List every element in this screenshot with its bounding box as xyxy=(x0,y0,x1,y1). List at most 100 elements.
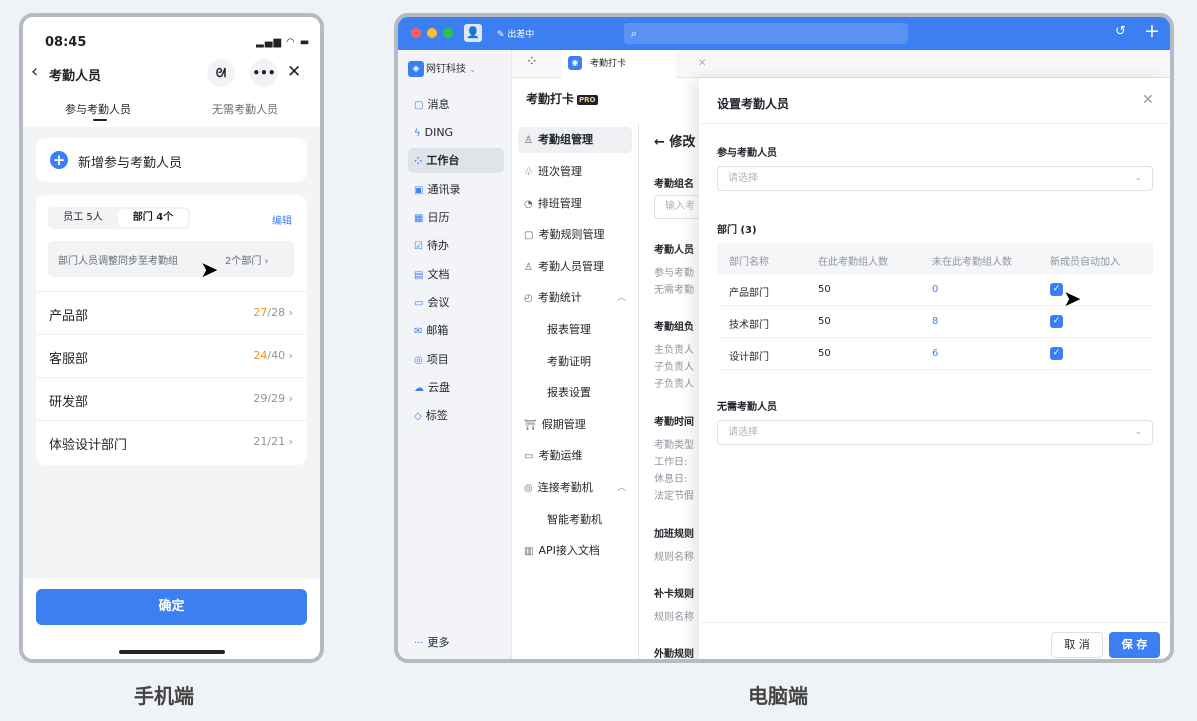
chevron-up-icon: ︿ xyxy=(616,293,626,303)
menu-shift-management[interactable]: ♧ 班次管理 xyxy=(518,159,632,185)
history-icon[interactable]: ↺ xyxy=(1115,24,1126,39)
chevron-up-icon: ︿ xyxy=(616,483,626,493)
menu-report-settings[interactable]: 报表设置 xyxy=(518,380,632,406)
department-row[interactable]: 研发部 29/29 › xyxy=(36,377,307,420)
more-icon[interactable]: ••• xyxy=(250,59,278,87)
search-input[interactable]: ⌕ xyxy=(624,23,908,44)
cursor-icon: ➤ xyxy=(200,258,219,283)
table-row: 技术部门 50 8 ✓ xyxy=(717,306,1153,338)
tab-attendance[interactable]: ◉ 考勤打卡 ✕ xyxy=(562,50,706,78)
not-in-group-count[interactable]: 8 xyxy=(932,316,938,327)
menu-report-management[interactable]: 报表管理 xyxy=(518,317,632,343)
nav-item-project[interactable]: ◎ 项目 xyxy=(408,347,504,372)
nav-item-docs[interactable]: ▤ 文档 xyxy=(408,262,504,287)
section-label: 考勤组名 xyxy=(654,179,694,190)
nav-item-more[interactable]: ··· 更多 xyxy=(408,630,504,655)
section-label: 考勤时间 xyxy=(654,417,694,428)
mail-icon: ✉ xyxy=(414,326,423,337)
department-row[interactable]: 体验设计部门 21/21 › xyxy=(36,420,307,463)
segment-departments[interactable]: 部门 4个 xyxy=(118,209,188,227)
cancel-button[interactable]: 取 消 xyxy=(1051,632,1103,658)
avatar[interactable]: 👤 xyxy=(464,24,482,42)
table-row: 产品部门 50 0 ✓ xyxy=(717,274,1153,306)
close-window-icon[interactable] xyxy=(411,28,421,38)
department-name: 体验设计部门 xyxy=(49,438,128,453)
nav-item-contacts[interactable]: ▣ 通讯录 xyxy=(408,177,504,202)
exempt-select[interactable]: 请选择 ⌄ xyxy=(717,420,1153,445)
save-button[interactable]: 保 存 xyxy=(1109,632,1160,658)
nav-item-cloud[interactable]: ☁ 云盘 xyxy=(408,375,504,400)
group-name-input[interactable]: 输入考 xyxy=(654,195,699,219)
exempt-label: 无需考勤人员 xyxy=(717,402,777,413)
nav-item-todo[interactable]: ☑ 待办 xyxy=(408,233,504,258)
department-row[interactable]: 客服部 24/40 › xyxy=(36,334,307,377)
nav-item-workbench[interactable]: ⁘ 工作台 xyxy=(408,148,504,173)
org-switcher[interactable]: ◈ 网钉科技 ⌄ xyxy=(408,60,476,77)
todo-icon: ☑ xyxy=(414,241,423,252)
auto-join-checkbox[interactable]: ✓ xyxy=(1050,315,1063,328)
menu-staff-management[interactable]: ♙ 考勤人员管理 xyxy=(518,254,632,280)
pro-badge: PRO xyxy=(577,94,598,105)
auto-join-checkbox[interactable]: ✓ xyxy=(1050,347,1063,360)
menu-smart-device[interactable]: 智能考勤机 xyxy=(518,507,632,533)
segment-employees[interactable]: 员工 5人 xyxy=(50,209,116,227)
segment-control: 员工 5人 部门 4个 xyxy=(48,207,190,229)
back-icon[interactable]: ‹ xyxy=(31,61,38,82)
monitor-icon: ▭ xyxy=(524,451,534,462)
nav-item-meeting[interactable]: ▭ 会议 xyxy=(408,290,504,315)
not-in-group-count[interactable]: 6 xyxy=(932,348,938,359)
menu-statistics[interactable]: ◴ 考勤统计 ︿ xyxy=(518,285,632,311)
rules-icon: ▢ xyxy=(524,230,534,241)
status-text[interactable]: ✎ 出差中 xyxy=(497,27,534,40)
department-row[interactable]: 产品部 27/28 › xyxy=(36,291,307,334)
detail-text: 规则名称 xyxy=(654,552,694,563)
tab-exempt[interactable]: 无需考勤人员 xyxy=(212,101,278,117)
title-bar: 👤 ✎ 出差中 ⌕ ↺ + xyxy=(398,17,1170,50)
menu-holiday-management[interactable]: ⛩ 假期管理 xyxy=(518,412,632,438)
add-icon[interactable]: + xyxy=(1144,20,1160,42)
close-icon[interactable]: ✕ xyxy=(1142,92,1154,108)
nav-item-mail[interactable]: ✉ 邮箱 xyxy=(408,318,504,343)
detail-text: 法定节假 xyxy=(654,491,694,502)
add-participant-button[interactable]: + 新增参与考勤人员 xyxy=(36,138,307,182)
column-header: 新成员自动加入 xyxy=(1050,257,1120,268)
menu-connect-device[interactable]: ◎ 连接考勤机 ︿ xyxy=(518,475,632,501)
in-group-count: 50 xyxy=(818,316,831,327)
edit-link[interactable]: 编辑 xyxy=(272,212,292,227)
back-title[interactable]: ← 修改 xyxy=(654,131,695,150)
detail-text: 无需考勤 xyxy=(654,285,694,296)
set-attendance-staff-panel: 设置考勤人员 ✕ 参与考勤人员 请选择 ⌄ 部门 (3) 部门名称 在此考勤组人数… xyxy=(699,78,1170,659)
menu-group-management[interactable]: ♙ 考勤组管理 xyxy=(518,127,632,153)
auto-join-checkbox[interactable]: ✓ xyxy=(1050,283,1063,296)
confirm-button[interactable]: 确定 xyxy=(36,589,307,625)
group-edit-content: ← 修改 考勤组名 输入考 考勤人员 参与考勤 无需考勤 考勤组负 主负责人 子… xyxy=(639,123,699,659)
minimize-window-icon[interactable] xyxy=(427,28,437,38)
section-label: 考勤人员 xyxy=(654,245,694,256)
nav-item-ding[interactable]: ϟ DING xyxy=(408,120,504,145)
sync-departments-row[interactable]: 部门人员调整同步至考勤组 2个部门 › xyxy=(48,241,294,277)
participants-label: 参与考勤人员 xyxy=(717,148,777,159)
project-icon: ◎ xyxy=(414,355,423,366)
menu-schedule-management[interactable]: ◔ 排班管理 xyxy=(518,191,632,217)
menu-attendance-proof[interactable]: 考勤证明 xyxy=(518,349,632,375)
not-in-group-count[interactable]: 0 xyxy=(932,284,938,295)
attendance-app-icon: ◉ xyxy=(568,56,582,70)
menu-rules-management[interactable]: ▢ 考勤规则管理 xyxy=(518,222,632,248)
nav-item-messages[interactable]: ▢ 消息 xyxy=(408,92,504,117)
close-icon[interactable]: ✕ xyxy=(287,62,301,82)
table-header: 部门名称 在此考勤组人数 未在此考勤组人数 新成员自动加入 xyxy=(717,243,1153,274)
nav-item-tags[interactable]: ◇ 标签 xyxy=(408,403,504,428)
nav-item-calendar[interactable]: ▦ 日历 xyxy=(408,205,504,230)
tab-participants[interactable]: 参与考勤人员 xyxy=(65,101,131,117)
detail-text: 考勤类型 xyxy=(654,440,694,451)
menu-operations[interactable]: ▭ 考勤运维 xyxy=(518,443,632,469)
page-title: 考勤人员 xyxy=(49,69,102,84)
participants-select[interactable]: 请选择 ⌄ xyxy=(717,166,1153,191)
meeting-icon: ▭ xyxy=(414,298,424,309)
assistant-icon[interactable]: ᘛ xyxy=(207,59,235,87)
apps-grid-icon[interactable]: ⁘ xyxy=(526,54,538,70)
in-group-count: 50 xyxy=(818,284,831,295)
maximize-window-icon[interactable] xyxy=(443,28,453,38)
close-tab-icon[interactable]: ✕ xyxy=(698,50,706,78)
menu-api-docs[interactable]: ▥ API接入文档 xyxy=(518,538,632,564)
